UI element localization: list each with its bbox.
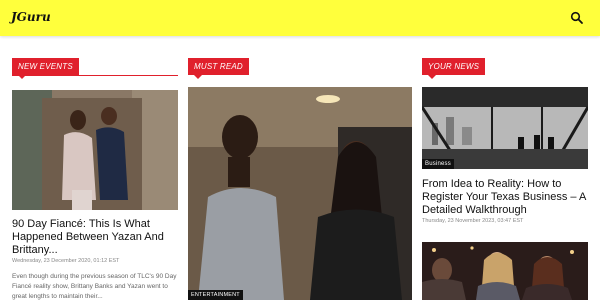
- article-title[interactable]: From Idea to Reality: How to Register Yo…: [422, 178, 588, 217]
- section-divider: [12, 75, 178, 76]
- category-tag[interactable]: Business: [422, 159, 454, 169]
- section-label-new-events[interactable]: NEW EVENTS: [12, 58, 79, 79]
- section-label-your-news[interactable]: YOUR NEWS: [422, 58, 486, 79]
- article-thumbnail[interactable]: [12, 90, 178, 210]
- article-excerpt: Even though during the previous season o…: [12, 273, 177, 300]
- category-tag[interactable]: ENTERTAINMENT: [188, 290, 243, 300]
- article-date: Thursday, 23 November 2023, 03:47 EST: [422, 218, 524, 224]
- article-thumbnail[interactable]: ENTERTAINMENT: [188, 87, 412, 300]
- must-read-column: MUST READ ENTERTAINMENT: [188, 58, 412, 300]
- article-date: Wednesday, 23 December 2020, 01:12 EST: [12, 258, 120, 264]
- section-label-must-read[interactable]: MUST READ: [188, 58, 249, 79]
- new-events-column: NEW EVENTS 90 Day Fiancé: This Is What H…: [12, 58, 178, 300]
- top-bar: JGuru: [0, 0, 600, 36]
- your-news-column: YOUR NEWS Business From Idea to Reality:…: [422, 58, 588, 300]
- section-header-your-news: YOUR NEWS: [422, 58, 588, 79]
- section-header-must-read: MUST READ: [188, 58, 412, 79]
- article-title[interactable]: 90 Day Fiancé: This Is What Happened Bet…: [12, 218, 178, 257]
- article-thumbnail[interactable]: Business: [422, 87, 588, 169]
- article-thumbnail[interactable]: [422, 242, 588, 300]
- site-logo[interactable]: JGuru: [11, 10, 51, 24]
- section-header-new-events: NEW EVENTS: [12, 58, 178, 79]
- search-icon[interactable]: [570, 11, 584, 25]
